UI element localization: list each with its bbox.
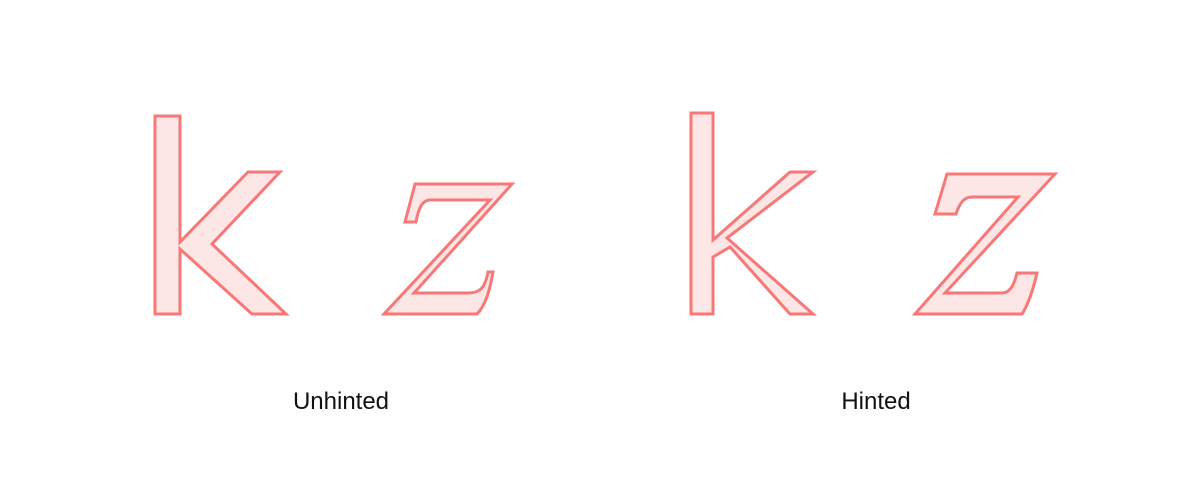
hinted-k-glyph <box>689 111 818 316</box>
unhinted-caption: Unhinted <box>292 388 390 415</box>
unhinted-k-glyph <box>153 114 290 316</box>
hinted-z-glyph <box>911 172 1059 316</box>
hinted-caption: Hinted <box>841 388 911 415</box>
unhinted-z-glyph <box>380 182 516 316</box>
unhinted-panel <box>153 114 516 316</box>
hinted-panel <box>689 111 1059 316</box>
